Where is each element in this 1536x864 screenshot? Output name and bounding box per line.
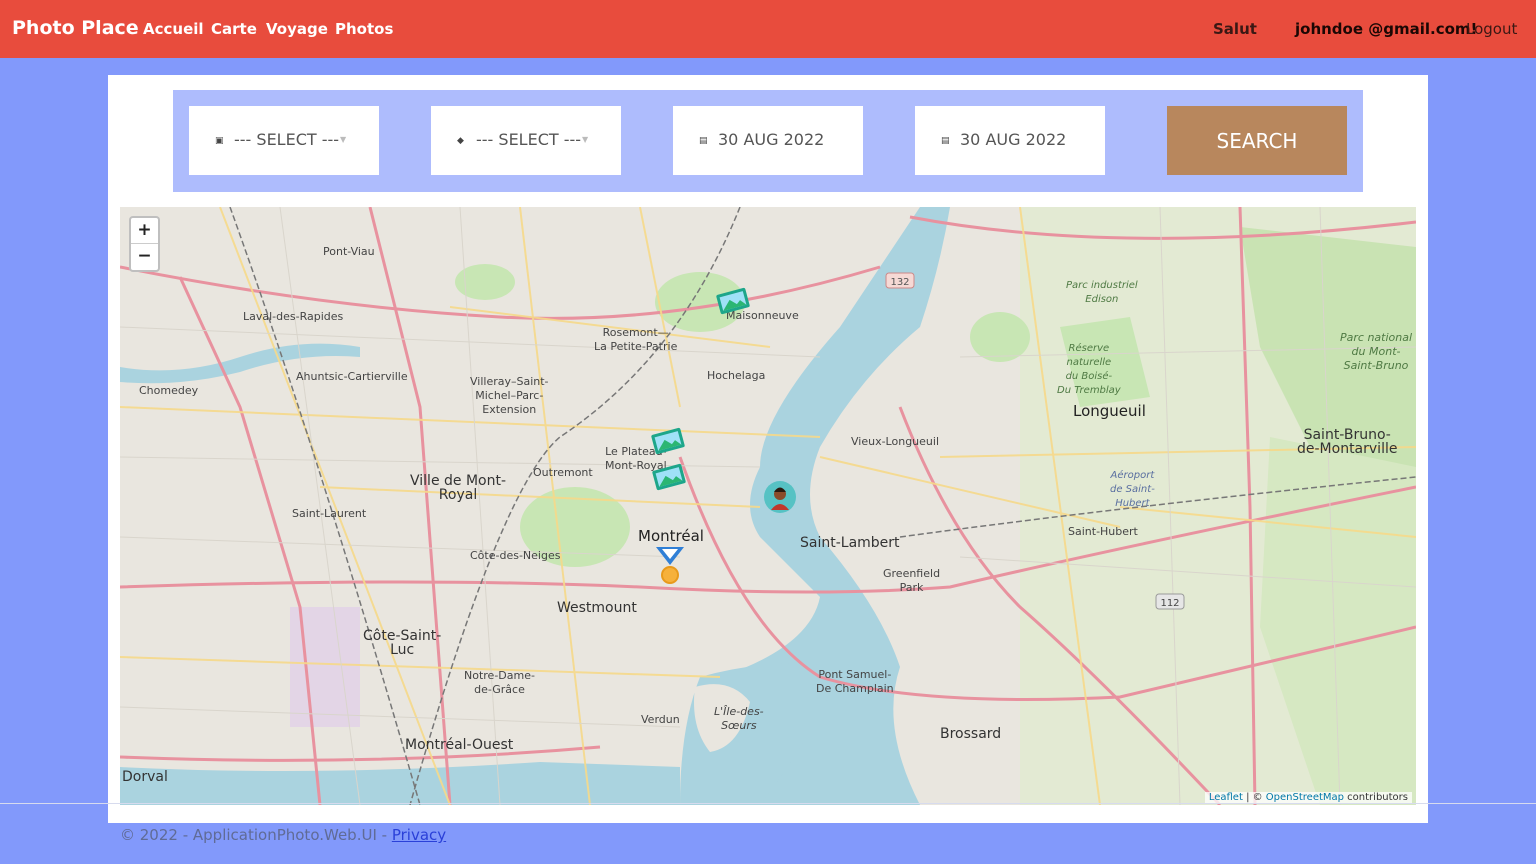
image-icon — [651, 427, 685, 455]
map-label: Outremont — [533, 466, 593, 479]
map-label: Longueuil — [1073, 402, 1146, 420]
map-label: Montréal — [638, 527, 704, 545]
osm-link[interactable]: OpenStreetMap — [1266, 792, 1344, 803]
map-label: Côte-des-Neiges — [470, 549, 561, 562]
map-label: Westmount — [557, 600, 637, 616]
logout-link[interactable]: Logout — [1466, 20, 1517, 38]
image-icon — [716, 287, 750, 315]
map-label: Villeray–Saint- Michel–Parc- Extension — [470, 375, 549, 416]
search-button[interactable]: SEARCH — [1167, 106, 1347, 175]
map-label: Vieux-Longueuil — [851, 435, 939, 448]
calendar-icon: ▤ — [941, 136, 950, 146]
zoom-out-button[interactable]: − — [131, 244, 158, 269]
nav-link-accueil[interactable]: Accueil — [143, 20, 204, 38]
medal-pin-icon — [656, 547, 684, 584]
chevron-down-icon: ▼ — [340, 135, 347, 144]
footer-copyright: © 2022 - ApplicationPhoto.Web.UI - — [120, 826, 392, 844]
user-avatar-icon — [764, 481, 796, 513]
map-label: Ahuntsic-Cartierville — [296, 370, 408, 383]
filter-bar: ▣ --- SELECT --- ▼ ◆ --- SELECT --- ▼ ▤ … — [173, 90, 1363, 192]
map-label: Saint-Hubert — [1068, 525, 1138, 538]
map-label: Laval-des-Rapides — [243, 310, 344, 323]
person-marker[interactable] — [763, 480, 797, 518]
footer: © 2022 - ApplicationPhoto.Web.UI - Priva… — [120, 826, 446, 844]
date-from-input[interactable]: ▤ 30 AUG 2022 — [673, 106, 863, 175]
zoom-control: + − — [129, 216, 160, 272]
briefcase-icon: ▣ — [215, 136, 224, 146]
map-label: Dorval — [122, 769, 168, 785]
greeting-text: Salut — [1213, 20, 1257, 38]
date-to-input[interactable]: ▤ 30 AUG 2022 — [915, 106, 1105, 175]
attribution-separator: | © — [1242, 792, 1266, 803]
calendar-icon: ▤ — [699, 136, 708, 146]
svg-text:112: 112 — [1160, 598, 1179, 609]
map-label: Notre-Dame- de-Grâce — [464, 669, 535, 696]
category-select[interactable]: ▣ --- SELECT --- ▼ — [189, 106, 379, 175]
tag-select-value: --- SELECT --- — [476, 130, 582, 149]
leaflet-map[interactable]: 132 112 Pont-Viau Laval-des-Rapides Chom… — [120, 207, 1416, 805]
tag-icon: ◆ — [457, 136, 464, 146]
map-label: Pont Samuel- De Champlain — [816, 668, 894, 695]
map-label: Ville de Mont- Royal — [410, 473, 507, 503]
map-label: Chomedey — [139, 384, 199, 397]
map-label: L'Île-des- Sœurs — [714, 705, 764, 732]
brand-logo[interactable]: Photo Place — [12, 17, 139, 39]
chevron-down-icon: ▼ — [582, 135, 589, 144]
nav-link-voyage[interactable]: Voyage — [266, 20, 328, 38]
map-label: Verdun — [641, 713, 680, 726]
map-label: Parc national du Mont- Saint-Bruno — [1340, 331, 1413, 372]
map-label: Côte-Saint- Luc — [363, 628, 442, 658]
map-label: Aéroport de Saint- Hubert — [1110, 470, 1155, 509]
attribution-tail: contributors — [1344, 792, 1408, 803]
svg-text:132: 132 — [890, 277, 909, 288]
map-label: Parc industriel Edison — [1066, 280, 1138, 305]
map-label: Hochelaga — [707, 369, 766, 382]
map-label: Montréal-Ouest — [405, 737, 514, 753]
location-pin[interactable] — [654, 545, 686, 593]
tag-select[interactable]: ◆ --- SELECT --- ▼ — [431, 106, 621, 175]
nav-link-carte[interactable]: Carte — [211, 20, 257, 38]
category-select-value: --- SELECT --- — [234, 130, 340, 149]
photo-marker[interactable] — [652, 463, 686, 495]
map-label: Saint-Bruno- de-Montarville — [1297, 427, 1398, 457]
map-label: Saint-Laurent — [292, 507, 367, 520]
content-card: ▣ --- SELECT --- ▼ ◆ --- SELECT --- ▼ ▤ … — [108, 75, 1428, 823]
zoom-in-button[interactable]: + — [131, 218, 158, 244]
leaflet-link[interactable]: Leaflet — [1209, 792, 1243, 803]
map-label: Saint-Lambert — [800, 535, 900, 551]
top-navbar: Photo Place Accueil Carte Voyage Photos … — [0, 0, 1536, 58]
date-to-value: 30 AUG 2022 — [960, 130, 1067, 149]
photo-marker[interactable] — [716, 287, 750, 319]
photo-marker[interactable] — [651, 427, 685, 459]
nav-link-photos[interactable]: Photos — [335, 20, 393, 38]
image-icon — [652, 463, 686, 491]
map-label: Rosemont— La Petite-Patrie — [594, 326, 678, 353]
privacy-link[interactable]: Privacy — [392, 826, 446, 844]
footer-divider — [0, 803, 1536, 804]
map-label: Brossard — [940, 726, 1002, 742]
map-label: Réserve naturelle du Boisé- Du Tremblay — [1057, 343, 1121, 396]
user-email: johndoe @gmail.com! — [1295, 20, 1478, 38]
map-label: Pont-Viau — [323, 245, 375, 258]
map-label: Greenfield Park — [883, 567, 941, 594]
date-from-value: 30 AUG 2022 — [718, 130, 825, 149]
map-attribution: Leaflet | © OpenStreetMap contributors — [1204, 792, 1412, 803]
